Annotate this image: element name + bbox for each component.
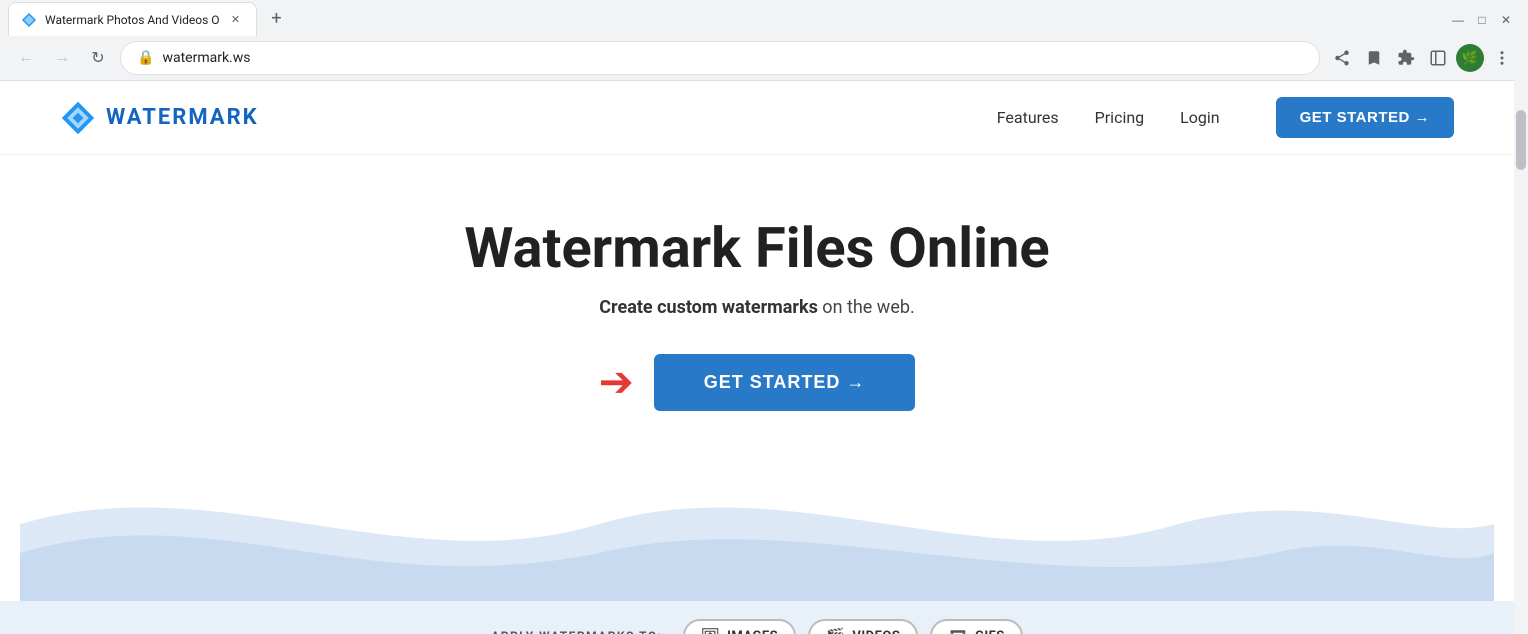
hero-subtext: Create custom watermarks on the web. (20, 297, 1494, 318)
minimize-button[interactable]: — (1448, 10, 1468, 30)
site-nav: WATERMARK Features Pricing Login GET STA… (0, 81, 1514, 155)
logo-area[interactable]: WATERMARK (60, 100, 259, 136)
nav-get-started-button[interactable]: GET STARTED → (1276, 97, 1454, 138)
refresh-button[interactable]: ↻ (84, 44, 112, 72)
logo-icon (60, 100, 96, 136)
new-tab-button[interactable]: + (263, 4, 291, 32)
gifs-icon: 🎞 (948, 627, 968, 634)
tab-close-button[interactable]: ✕ (228, 12, 244, 28)
hero-subtext-bold: Create custom watermarks (599, 297, 818, 318)
nav-pricing-link[interactable]: Pricing (1095, 108, 1145, 127)
user-avatar[interactable]: 🌿 (1456, 44, 1484, 72)
pill-videos-label: VIDEOS (852, 629, 900, 634)
scrollbar-thumb[interactable] (1516, 110, 1526, 170)
pill-images[interactable]: 🖼 IMAGES (683, 619, 797, 634)
browser-tab[interactable]: Watermark Photos And Videos O ✕ (8, 2, 257, 36)
nav-features-link[interactable]: Features (997, 108, 1059, 127)
lock-icon: 🔒 (137, 50, 154, 66)
extensions-button[interactable] (1392, 44, 1420, 72)
hero-heading: Watermark Files Online (20, 215, 1494, 281)
red-arrow-icon: ➔ (599, 362, 634, 404)
nav-login-link[interactable]: Login (1180, 108, 1219, 127)
maximize-button[interactable]: □ (1472, 10, 1492, 30)
url-bar[interactable]: 🔒 watermark.ws (120, 41, 1320, 75)
url-text: watermark.ws (162, 50, 250, 66)
wave-background (20, 441, 1494, 601)
hero-subtext-rest: on the web. (818, 297, 915, 318)
scrollbar-track (1514, 0, 1528, 634)
hero-button-area: ➔ GET STARTED → (20, 354, 1494, 411)
pill-gifs[interactable]: 🎞 GIFS (930, 619, 1022, 634)
bookmark-button[interactable] (1360, 44, 1388, 72)
tab-title: Watermark Photos And Videos O (45, 13, 220, 27)
back-button[interactable]: ← (12, 44, 40, 72)
apply-section: APPLY WATERMARKS TO: 🖼 IMAGES 🎬 VIDEOS 🎞… (0, 601, 1514, 634)
nav-links: Features Pricing Login GET STARTED → (997, 97, 1454, 138)
hero-get-started-button[interactable]: GET STARTED → (654, 354, 916, 411)
pill-gifs-label: GIFS (975, 629, 1005, 634)
images-icon: 🖼 (701, 627, 721, 634)
pill-images-label: IMAGES (727, 629, 778, 634)
tab-favicon (21, 12, 37, 28)
hero-section: Watermark Files Online Create custom wat… (0, 155, 1514, 601)
share-button[interactable] (1328, 44, 1356, 72)
apply-label: APPLY WATERMARKS TO: (491, 629, 662, 634)
sidebar-button[interactable] (1424, 44, 1452, 72)
forward-button[interactable]: → (48, 44, 76, 72)
close-button[interactable]: ✕ (1496, 10, 1516, 30)
logo-text: WATERMARK (106, 105, 259, 130)
menu-button[interactable] (1488, 44, 1516, 72)
apply-pills: 🖼 IMAGES 🎬 VIDEOS 🎞 GIFS (683, 619, 1023, 634)
videos-icon: 🎬 (826, 627, 845, 634)
pill-videos[interactable]: 🎬 VIDEOS (808, 619, 918, 634)
